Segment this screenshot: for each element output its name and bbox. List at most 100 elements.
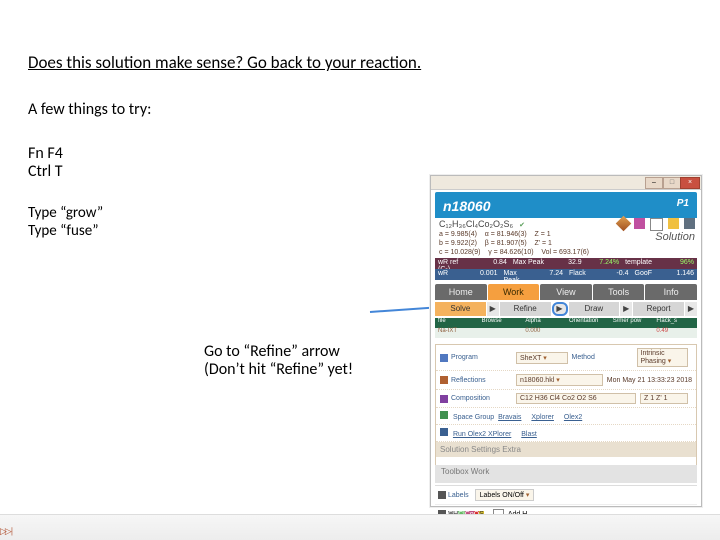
cell (479, 328, 523, 338)
stat-label: Max Peak (510, 258, 547, 269)
cell: 0.000 (522, 328, 566, 338)
solution-settings-extra[interactable]: Solution Settings Extra (436, 442, 696, 457)
label: Program (451, 354, 516, 361)
subtab-solve[interactable]: Solve (435, 302, 486, 316)
tab-work[interactable]: Work (488, 284, 540, 300)
main-tabs: Home Work View Tools Info (435, 284, 697, 300)
check-icon: ✔ (519, 222, 525, 229)
col: Flack_s (653, 318, 697, 328)
file-icon[interactable] (650, 218, 663, 231)
window-close-button[interactable]: × (680, 177, 700, 189)
label: Labels (448, 492, 469, 499)
stat-value: 0.84 (472, 258, 509, 269)
slide-title: Does this solution make sense? Go back t… (28, 52, 421, 73)
tab-info[interactable]: Info (645, 284, 697, 300)
chevron-down-icon: ▾ (526, 492, 530, 499)
hint-fuse: Type “fuse” (28, 222, 99, 240)
refine-arrow-icon[interactable]: ▶ (552, 302, 568, 316)
field-composition: Composition C12 H36 Cl4 Co2 O2 S6 Z 1 Z'… (436, 390, 696, 408)
solve-arrow-icon[interactable]: ▶ (487, 302, 499, 316)
window-titlebar: – □ × (431, 176, 701, 190)
composition-input[interactable]: C12 H36 Cl4 Co2 O2 S6 (516, 393, 636, 404)
label: Composition (451, 395, 516, 402)
method-select[interactable]: Intrinsic Phasing ▾ (637, 348, 689, 367)
subtab-refine[interactable]: Refine (500, 302, 551, 316)
field-reflections: Reflections n18060.hkl ▾ Mon May 21 13:3… (436, 371, 696, 390)
stat-value: 7.24 (533, 269, 566, 280)
reflections-select[interactable]: n18060.hkl ▾ (516, 374, 603, 386)
reflections-icon (440, 376, 448, 384)
link-xplorer[interactable]: Xplorer (531, 414, 554, 421)
stat-label: wR (435, 269, 468, 280)
cell (610, 328, 654, 338)
link-blast[interactable]: Blast (521, 431, 537, 438)
bottom-bar: Labels Labels ON/Off ▾ (435, 485, 697, 504)
composition-icon (440, 395, 448, 403)
stat-pct: 7.24% (585, 258, 622, 269)
col: Alpha (522, 318, 566, 328)
stat-label: template (622, 258, 659, 269)
results-header: file Browse Alpha Orientation S/mer pow … (435, 318, 697, 328)
hint-ctrlt: Ctrl T (28, 162, 63, 181)
callout-refine-2: (Don’t hit “Refine” yet! (204, 360, 353, 379)
edit-icon[interactable] (616, 216, 632, 232)
tab-home[interactable]: Home (435, 284, 487, 300)
stat-value: -0.4 (599, 269, 632, 280)
hint-fnf4: Fn F4 (28, 144, 63, 163)
unit-cell-values: a = 9.985(4) α = 81.946(3) Z = 1 b = 9.9… (439, 231, 589, 256)
stat-value: 0.001 (468, 269, 501, 280)
col: Orientation (566, 318, 610, 328)
reflections-date: Mon May 21 13:33:23 2018 (607, 377, 692, 384)
window-minimize-button[interactable]: – (645, 177, 663, 189)
stat-value: 96% (660, 258, 697, 269)
xplorer-links: Run Olex2 XPlorer Blast (436, 425, 696, 442)
folder-icon[interactable] (668, 218, 679, 229)
stats-row-2: wR0.001 Max Peak7.24 Flack-0.4 GooF1.146 (435, 269, 697, 280)
labels-select[interactable]: Labels ON/Off ▾ (475, 489, 535, 501)
col: Browse (479, 318, 523, 328)
subtab-draw[interactable]: Draw (569, 302, 620, 316)
tab-view[interactable]: View (540, 284, 592, 300)
brush-icon[interactable] (634, 218, 645, 229)
callout-refine: Go to “Refine” arrow (204, 342, 340, 361)
link-bravais[interactable]: Bravais (498, 414, 521, 421)
stat-label: Flack (566, 269, 599, 280)
structure-name: n18060 (443, 198, 490, 214)
sg-icon (440, 411, 448, 419)
link-olex2[interactable]: Olex2 (564, 414, 582, 421)
delete-icon[interactable] (684, 218, 695, 229)
run-icon (440, 428, 448, 436)
hint-grow: Type “grow” (28, 204, 103, 222)
stat-value: 1.146 (664, 269, 697, 280)
stat-label: Max Peak (501, 269, 534, 280)
field-program: Program SheXT ▾ Method Intrinsic Phasing… (436, 345, 696, 371)
stats-row-1: wR ref (C-)0.84 Max Peak32.9 7.24% templ… (435, 258, 697, 269)
col: file (435, 318, 479, 328)
prev-slide-icon[interactable]: ▷▷| (0, 526, 12, 537)
sub-tabs: Solve ▶ Refine ▶ Draw ▶ Report ▶ (435, 302, 697, 316)
results-row: Na-IXT 0.000 0.49 (435, 328, 697, 338)
stat-value: 32.9 (547, 258, 584, 269)
stat-label: wR ref (C-) (435, 258, 472, 269)
cell: Na-IXT (435, 328, 479, 338)
chevron-down-icon: ▾ (556, 377, 560, 384)
col: S/mer pow (610, 318, 654, 328)
link-run-xplorer[interactable]: Run Olex2 XPlorer (453, 431, 511, 438)
program-select[interactable]: SheXT ▾ (516, 352, 568, 364)
draw-arrow-icon[interactable]: ▶ (620, 302, 632, 316)
subtab-report[interactable]: Report (633, 302, 684, 316)
toolbox-work-header[interactable]: Toolbox Work (435, 465, 697, 483)
slide-subtitle: A few things to try: (28, 100, 151, 119)
chevron-down-icon: ▾ (543, 355, 547, 362)
cell: 0.49 (653, 328, 697, 338)
stat-label: GooF (632, 269, 665, 280)
work-panel: Program SheXT ▾ Method Intrinsic Phasing… (435, 344, 697, 466)
z-values[interactable]: Z 1 Z' 1 (640, 393, 688, 404)
tab-tools[interactable]: Tools (593, 284, 645, 300)
chemical-formula: C₁₂H₃₆Cl₄Co₂O₂S₆ (439, 219, 513, 229)
window-maximize-button[interactable]: □ (663, 177, 681, 189)
program-icon (440, 354, 448, 362)
header-toolbar (618, 218, 695, 231)
report-arrow-icon[interactable]: ▶ (685, 302, 697, 316)
label: Space Group (453, 414, 494, 421)
